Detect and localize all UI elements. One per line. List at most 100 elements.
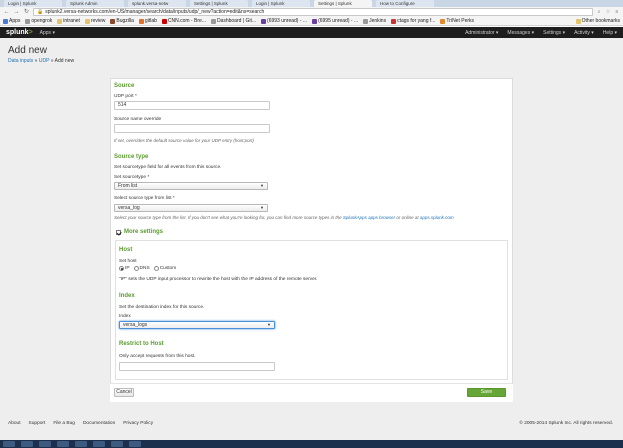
footer-privacy-link[interactable]: Privacy Policy	[123, 421, 153, 426]
bookmark[interactable]: ctags for yang f...	[391, 18, 435, 24]
url-text: splunk2.versa-networks.com/en-US/manager…	[45, 9, 265, 15]
start-icon[interactable]	[3, 441, 15, 447]
folder-icon	[575, 18, 581, 24]
bookmark[interactable]: Bugzilla	[110, 18, 134, 24]
bookmark[interactable]: CNN.com - Bre...	[161, 18, 206, 24]
host-dns-radio[interactable]: DNS	[133, 266, 150, 271]
taskbar-app-icon[interactable]	[21, 441, 33, 447]
messages-menu[interactable]: Messages ▾	[507, 30, 534, 36]
save-button[interactable]: Save	[467, 388, 506, 397]
restrict-help: Only accept requests from this host.	[119, 354, 196, 359]
index-label: Index	[119, 314, 131, 319]
browser-tab[interactable]: Settings | Splunk	[190, 0, 248, 7]
dropdown-caret-icon: ▼	[260, 183, 264, 188]
source-type-list-help: Select your source type from the list. I…	[114, 215, 454, 220]
footer-about-link[interactable]: About	[8, 421, 21, 426]
bookmark[interactable]: TriNet Perks	[440, 18, 474, 24]
settings-menu[interactable]: Settings ▾	[543, 30, 565, 36]
more-settings-toggle[interactable]: More settings	[116, 229, 163, 235]
browser-tab-strip: Login | Splunk Splunk Admin splunk.versa…	[0, 0, 623, 7]
browser-tab-active[interactable]: Settings | Splunk	[314, 0, 372, 7]
search-icon[interactable]: ⌕	[596, 9, 602, 15]
footer-support-link[interactable]: Support	[29, 421, 46, 426]
browser-tab[interactable]: How to Configure	[376, 0, 434, 7]
mail-icon	[261, 18, 267, 24]
taskbar-app-icon[interactable]	[93, 441, 105, 447]
bookmark[interactable]: intranet	[57, 18, 80, 24]
globe-icon	[25, 18, 31, 24]
breadcrumb-current: Add new	[54, 58, 75, 64]
star-icon[interactable]: ☆	[605, 9, 611, 15]
source-type-help: Set sourcetype field for all events from…	[114, 165, 222, 170]
bookmark[interactable]: (6995 unread) - ...	[312, 18, 358, 24]
footer-links: About Support File a Bug Documentation P…	[8, 421, 153, 426]
bookmark[interactable]: gitlab	[138, 18, 157, 24]
source-name-label: Source name override	[114, 117, 162, 122]
apps-splunk-link[interactable]: apps.splunk.com	[420, 215, 454, 220]
page-header: Add new Data inputs » UDP » Add new	[0, 38, 623, 76]
bookmark[interactable]: (6993 unread) - ...	[261, 18, 307, 24]
link-icon	[391, 18, 397, 24]
browser-tab[interactable]: Login | Splunk	[252, 0, 310, 7]
reload-icon[interactable]: ↻	[23, 9, 30, 16]
select-source-type-label: Select source type from list *	[114, 196, 175, 201]
restrict-host-input[interactable]	[119, 362, 275, 371]
set-host-label: Set host	[119, 259, 137, 264]
back-arrow-icon[interactable]: ←	[3, 9, 10, 16]
mail-icon	[312, 18, 318, 24]
dropdown-caret-icon: ▼	[267, 322, 271, 327]
bookmark[interactable]: Dashboard | Git...	[210, 18, 256, 24]
browser-tab[interactable]: Login | Splunk	[4, 0, 62, 7]
footer-documentation-link[interactable]: Documentation	[83, 421, 115, 426]
breadcrumb-udp[interactable]: UDP	[39, 58, 49, 64]
administrator-menu[interactable]: Administrator ▾	[465, 30, 498, 36]
source-type-list-select[interactable]: versa_log ▼	[114, 204, 268, 212]
restrict-heading: Restrict to Host	[119, 341, 164, 347]
os-taskbar	[0, 440, 623, 448]
taskbar-app-icon[interactable]	[129, 441, 141, 447]
apps-menu[interactable]: Apps ▾	[40, 30, 55, 36]
page-title: Add new	[8, 45, 47, 56]
source-heading: Source	[114, 83, 135, 89]
taskbar-app-icon[interactable]	[111, 441, 123, 447]
dropdown-caret-icon: ▼	[260, 205, 264, 210]
menu-icon[interactable]: ≡	[614, 9, 620, 15]
host-ip-radio[interactable]: IP	[119, 266, 130, 271]
activity-menu[interactable]: Activity ▾	[574, 30, 594, 36]
host-custom-radio[interactable]: Custom	[153, 266, 176, 271]
taskbar-app-icon[interactable]	[39, 441, 51, 447]
bookmark[interactable]: opengrok	[25, 18, 52, 24]
dashboard-icon	[210, 18, 216, 24]
browser-tab[interactable]: splunk.versa-netw	[128, 0, 186, 7]
splunkapps-link[interactable]: SplunkApps apps browser	[343, 215, 395, 220]
set-sourcetype-select[interactable]: From list ▼	[114, 182, 268, 190]
footer-file-bug-link[interactable]: File a Bug	[53, 421, 75, 426]
bookmark[interactable]: Jenkins	[363, 18, 386, 24]
folder-icon	[57, 18, 63, 24]
copyright: © 2005-2014 Splunk Inc. All rights reser…	[519, 421, 613, 426]
taskbar-app-icon[interactable]	[75, 441, 87, 447]
form-footer	[110, 383, 513, 402]
bookmark-apps[interactable]: Apps	[3, 18, 20, 24]
host-help: "IP" sets the UDP input processor to rew…	[119, 277, 318, 282]
bookmark[interactable]: review	[84, 18, 105, 24]
other-bookmarks[interactable]: Other bookmarks	[575, 18, 620, 24]
splunk-logo[interactable]: splunk>	[6, 29, 33, 36]
index-select[interactable]: versa_logs ▼	[119, 321, 275, 329]
breadcrumb-data-inputs[interactable]: Data inputs	[8, 58, 33, 64]
user-menus: Administrator ▾ Messages ▾ Settings ▾ Ac…	[465, 30, 617, 36]
source-type-heading: Source type	[114, 154, 149, 160]
breadcrumb: Data inputs » UDP » Add new	[8, 58, 75, 64]
url-bar[interactable]: 🔒 splunk2.versa-networks.com/en-US/manage…	[33, 8, 593, 16]
host-heading: Host	[119, 247, 133, 253]
more-settings-checkbox[interactable]	[116, 229, 121, 235]
cancel-button[interactable]: Cancel	[114, 388, 134, 397]
bookmarks-bar: Apps opengrok intranet review Bugzilla g…	[0, 17, 623, 26]
browser-tab[interactable]: Splunk Admin	[66, 0, 124, 7]
forward-arrow-icon[interactable]: →	[13, 9, 20, 16]
taskbar-app-icon[interactable]	[57, 441, 69, 447]
udp-port-input[interactable]: 514	[114, 101, 270, 110]
source-name-input[interactable]	[114, 124, 270, 133]
browser-toolbar: ← → ↻ 🔒 splunk2.versa-networks.com/en-US/…	[0, 7, 623, 17]
help-menu[interactable]: Help ▾	[603, 30, 617, 36]
